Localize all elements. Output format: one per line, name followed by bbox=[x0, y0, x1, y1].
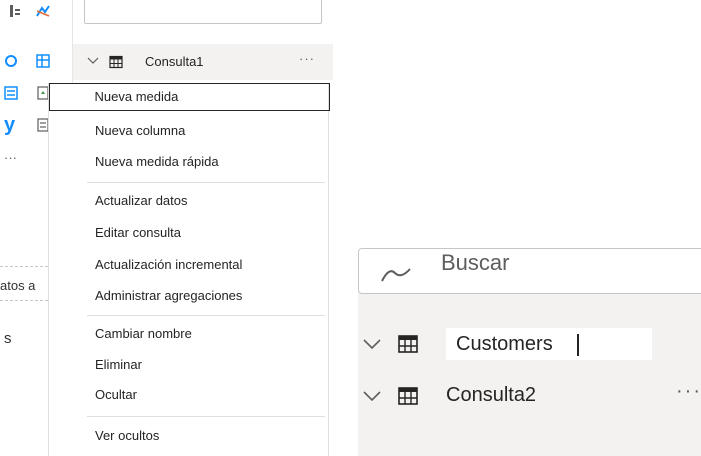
zoomed-fields-panel: Buscar Consulta2 ··· bbox=[350, 248, 701, 456]
menu-item-new-column[interactable]: Nueva columna bbox=[49, 117, 330, 145]
qna-visual-icon[interactable] bbox=[4, 54, 18, 68]
menu-separator bbox=[87, 416, 325, 417]
table-row-rename[interactable] bbox=[358, 320, 701, 368]
key-influencers-icon[interactable] bbox=[8, 4, 22, 18]
more-options-icon[interactable]: ··· bbox=[299, 51, 315, 66]
menu-item-rename[interactable]: Cambiar nombre bbox=[49, 320, 330, 348]
search-placeholder: Buscar bbox=[441, 250, 510, 275]
table-row-consulta2[interactable]: Consulta2 ··· bbox=[358, 372, 701, 420]
decomposition-tree-icon[interactable] bbox=[36, 4, 50, 18]
menu-item-edit-query[interactable]: Editar consulta bbox=[49, 219, 330, 247]
menu-item-manage-aggregations[interactable]: Administrar agregaciones bbox=[49, 282, 330, 310]
menu-item-incremental-refresh[interactable]: Actualización incremental bbox=[49, 251, 330, 279]
divider bbox=[0, 300, 48, 301]
search-icon bbox=[381, 268, 411, 282]
more-options-icon[interactable]: ··· bbox=[676, 380, 701, 403]
fields-search-input[interactable] bbox=[84, 0, 322, 24]
table-name-label: Consulta1 bbox=[145, 54, 204, 69]
table-row-consulta1[interactable]: Consulta1 ··· bbox=[73, 44, 333, 80]
smart-narrative-icon[interactable] bbox=[4, 86, 18, 100]
panel-edge bbox=[350, 258, 358, 456]
menu-item-hide[interactable]: Ocultar bbox=[49, 381, 330, 409]
table-icon bbox=[398, 335, 418, 353]
table-name-label: Consulta2 bbox=[446, 384, 537, 406]
menu-separator bbox=[87, 182, 325, 183]
table-icon bbox=[109, 55, 123, 69]
menu-item-new-quick-measure[interactable]: Nueva medida rápida bbox=[49, 148, 330, 176]
menu-item-refresh-data[interactable]: Actualizar datos bbox=[49, 187, 330, 215]
text-caret bbox=[577, 334, 579, 356]
context-menu: Nueva medida Nueva columna Nueva medida … bbox=[48, 83, 330, 456]
chevron-down-icon[interactable] bbox=[362, 386, 382, 406]
menu-item-new-measure[interactable]: Nueva medida bbox=[49, 83, 330, 111]
python-visual-icon[interactable]: y bbox=[4, 115, 20, 135]
matrix-icon[interactable] bbox=[36, 54, 50, 68]
more-visuals-icon[interactable]: ··· bbox=[4, 150, 17, 165]
chevron-down-icon[interactable] bbox=[87, 55, 99, 67]
menu-separator bbox=[87, 315, 325, 316]
divider bbox=[0, 266, 48, 267]
drillthrough-label-fragment: atos a bbox=[0, 278, 36, 293]
section-label-fragment: s bbox=[4, 330, 12, 347]
search-input[interactable]: Buscar bbox=[358, 248, 701, 294]
table-icon bbox=[398, 387, 418, 405]
menu-item-delete[interactable]: Eliminar bbox=[49, 351, 330, 379]
chevron-down-icon[interactable] bbox=[362, 334, 382, 354]
rename-table-input[interactable] bbox=[446, 328, 652, 360]
menu-item-view-hidden[interactable]: Ver ocultos bbox=[49, 422, 330, 450]
